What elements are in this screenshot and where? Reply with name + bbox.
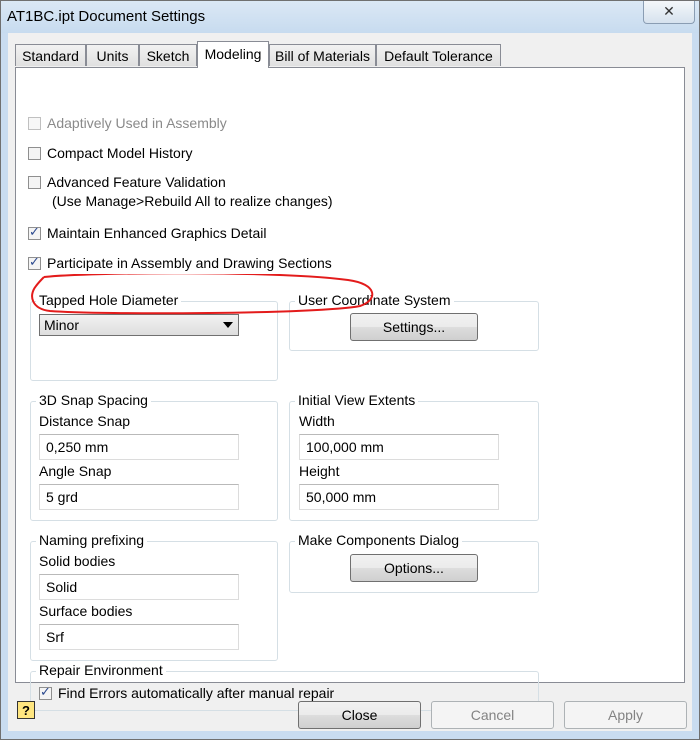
snap-spacing-group: 3D Snap Spacing Distance Snap 0,250 mm A… (30, 392, 278, 521)
adaptively-used-label: Adaptively Used in Assembly (47, 115, 227, 131)
tab-default-tolerance[interactable]: Default Tolerance (376, 44, 501, 66)
dialog-body: Standard Units Sketch Modeling Bill of M… (8, 33, 692, 731)
height-label: Height (299, 463, 340, 479)
angle-snap-label: Angle Snap (39, 463, 112, 479)
view-extents-title: Initial View Extents (295, 392, 419, 408)
close-window-button[interactable]: ✕ (643, 1, 695, 24)
tab-modeling[interactable]: Modeling (197, 41, 269, 68)
distance-snap-field[interactable]: 0,250 mm (39, 434, 239, 460)
naming-title: Naming prefixing (36, 532, 148, 548)
apply-button[interactable]: Apply (564, 701, 687, 729)
close-icon: ✕ (663, 3, 675, 19)
checkbox-box[interactable] (28, 224, 41, 240)
solid-bodies-field[interactable]: Solid (39, 574, 239, 600)
view-extents-group: Initial View Extents Width 100,000 mm He… (289, 392, 539, 521)
window-title: AT1BC.ipt Document Settings (7, 8, 206, 25)
height-field[interactable]: 50,000 mm (299, 484, 499, 510)
width-label: Width (299, 413, 335, 429)
checkbox-box[interactable] (28, 146, 41, 160)
participate-sections-checkbox[interactable]: Participate in Assembly and Drawing Sect… (28, 254, 332, 271)
checkbox-box (28, 116, 41, 130)
close-button[interactable]: Close (298, 701, 421, 729)
distance-snap-label: Distance Snap (39, 413, 131, 429)
surface-bodies-label: Surface bodies (39, 603, 133, 619)
repair-title: Repair Environment (36, 662, 166, 678)
adaptively-used-checkbox: Adaptively Used in Assembly (28, 115, 227, 131)
red-annotation-ellipse (31, 274, 374, 315)
find-errors-label: Find Errors automatically after manual r… (58, 685, 335, 701)
find-errors-checkbox[interactable]: Find Errors automatically after manual r… (39, 684, 335, 701)
checkbox-box[interactable] (28, 175, 41, 189)
modeling-tab-panel: Adaptively Used in Assembly Compact Mode… (15, 67, 685, 711)
tab-units[interactable]: Units (86, 44, 139, 66)
chevron-down-icon (223, 322, 233, 328)
compact-model-history-checkbox[interactable]: Compact Model History (28, 145, 193, 161)
tab-bill-of-materials[interactable]: Bill of Materials (269, 44, 376, 66)
snap-title: 3D Snap Spacing (36, 392, 151, 408)
checkbox-box[interactable] (28, 254, 41, 270)
tab-standard[interactable]: Standard (15, 44, 86, 66)
advanced-feature-validation-checkbox[interactable]: Advanced Feature Validation (28, 174, 226, 190)
participate-sections-label: Participate in Assembly and Drawing Sect… (47, 255, 332, 271)
tab-sketch[interactable]: Sketch (139, 44, 197, 66)
naming-prefixing-group: Naming prefixing Solid bodies Solid Surf… (30, 532, 278, 661)
title-bar[interactable]: AT1BC.ipt Document Settings ✕ (1, 1, 699, 33)
rebuild-note: (Use Manage>Rebuild All to realize chang… (52, 193, 333, 209)
make-components-options-button[interactable]: Options... (350, 554, 478, 582)
compact-model-history-label: Compact Model History (47, 145, 193, 161)
angle-snap-field[interactable]: 5 grd (39, 484, 239, 510)
surface-bodies-field[interactable]: Srf (39, 624, 239, 650)
width-field[interactable]: 100,000 mm (299, 434, 499, 460)
make-components-group: Make Components Dialog Options... (289, 532, 539, 593)
annotation-stroke (31, 274, 374, 315)
advanced-feature-validation-label: Advanced Feature Validation (47, 174, 226, 190)
document-settings-dialog: AT1BC.ipt Document Settings ✕ Standard U… (0, 0, 700, 740)
solid-bodies-label: Solid bodies (39, 553, 116, 569)
checkbox-box[interactable] (39, 684, 52, 700)
enhanced-graphics-checkbox[interactable]: Maintain Enhanced Graphics Detail (28, 224, 267, 241)
enhanced-graphics-label: Maintain Enhanced Graphics Detail (47, 225, 267, 241)
make-components-title: Make Components Dialog (295, 532, 463, 548)
tapped-hole-value: Minor (44, 317, 80, 333)
help-icon[interactable]: ? (17, 701, 35, 719)
cancel-button[interactable]: Cancel (431, 701, 554, 729)
